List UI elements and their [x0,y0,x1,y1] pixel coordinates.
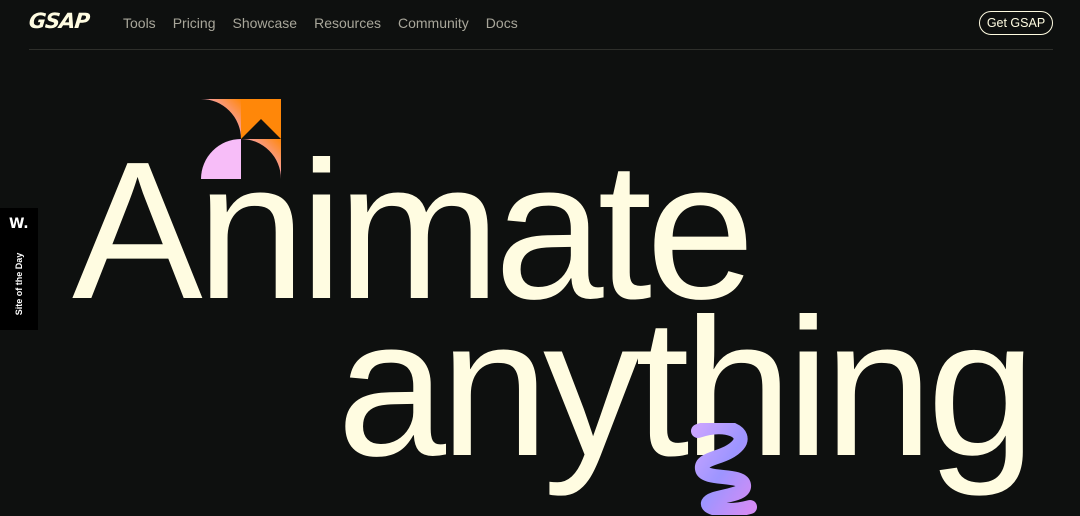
squiggle-icon [691,423,757,515]
main-nav: Tools Pricing Showcase Resources Communi… [123,15,535,31]
nav-item-showcase[interactable]: Showcase [232,15,297,31]
nav-item-docs[interactable]: Docs [486,15,518,31]
site-of-the-day-badge[interactable]: W. Site of the Day [0,208,38,330]
gsap-logo[interactable]: GSAP [28,9,91,33]
page: GSAP Tools Pricing Showcase Resources Co… [0,0,1080,516]
site-of-the-day-label: Site of the Day [14,252,24,316]
nav-item-pricing[interactable]: Pricing [173,15,216,31]
site-header: GSAP Tools Pricing Showcase Resources Co… [0,0,1080,50]
nav-item-resources[interactable]: Resources [314,15,381,31]
header-divider [29,49,1053,50]
hero-line-anything: anything [337,278,1036,497]
get-gsap-button[interactable]: Get GSAP [979,11,1053,35]
nav-item-tools[interactable]: Tools [123,15,156,31]
awwwards-logo: W. [9,216,29,232]
nav-item-community[interactable]: Community [398,15,469,31]
